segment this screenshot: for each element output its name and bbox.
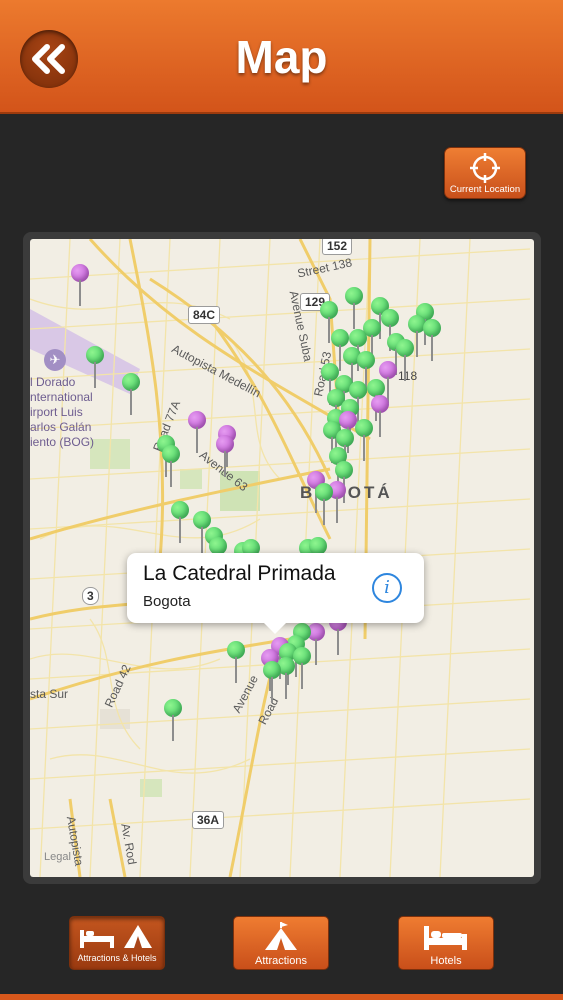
map-pin[interactable] (344, 287, 364, 329)
bed-tent-icon (80, 925, 152, 948)
route-shield: 84C (188, 306, 221, 324)
tab-attractions[interactable]: Attractions (233, 916, 329, 970)
map-pin[interactable] (187, 411, 207, 453)
info-icon[interactable]: i (372, 573, 402, 603)
header-bar: Map (0, 0, 563, 114)
route-shield: 152 (322, 239, 353, 255)
map-pin[interactable] (215, 435, 235, 477)
map-pin[interactable] (422, 319, 442, 361)
airport-icon: ✈ (44, 349, 66, 371)
map-pin[interactable] (395, 339, 415, 381)
map-pin[interactable] (314, 483, 334, 525)
map-pin[interactable] (70, 264, 90, 306)
page-title: Map (235, 31, 328, 83)
tent-icon (265, 922, 297, 950)
callout-subtitle: Bogota (143, 593, 191, 610)
current-location-button[interactable]: Current Location (444, 147, 526, 199)
bottom-strip (0, 994, 563, 1000)
map-pin[interactable] (170, 501, 190, 543)
map-view[interactable]: ✈ l Dorado nternational irport Luis arlo… (30, 239, 534, 877)
tab-label: Attractions & Hotels (77, 953, 157, 963)
crosshair-icon (470, 153, 500, 183)
map-pin[interactable] (85, 346, 105, 388)
map-pin[interactable] (121, 373, 141, 415)
legal-link[interactable]: Legal (44, 851, 71, 863)
map-pin[interactable] (226, 641, 246, 683)
map-pin[interactable] (163, 699, 183, 741)
route-shield: 3 (82, 587, 99, 605)
map-pin[interactable] (354, 419, 374, 461)
tab-attractions-hotels[interactable]: Attractions & Hotels (69, 916, 165, 970)
tab-hotels[interactable]: Hotels (398, 916, 494, 970)
callout-title: La Catedral Primada (143, 562, 336, 585)
tab-label: Attractions (255, 955, 307, 967)
route-shield: 36A (192, 811, 225, 829)
current-location-label: Current Location (449, 184, 521, 195)
map-frame: ✈ l Dorado nternational irport Luis arlo… (23, 232, 541, 884)
place-callout[interactable]: La Catedral Primada Bogota i (127, 553, 424, 634)
tab-label: Hotels (430, 955, 462, 967)
map-pin[interactable] (262, 661, 282, 703)
bed-icon (424, 926, 467, 950)
road-label: sta Sur (30, 687, 69, 701)
map-pin[interactable] (161, 445, 181, 487)
